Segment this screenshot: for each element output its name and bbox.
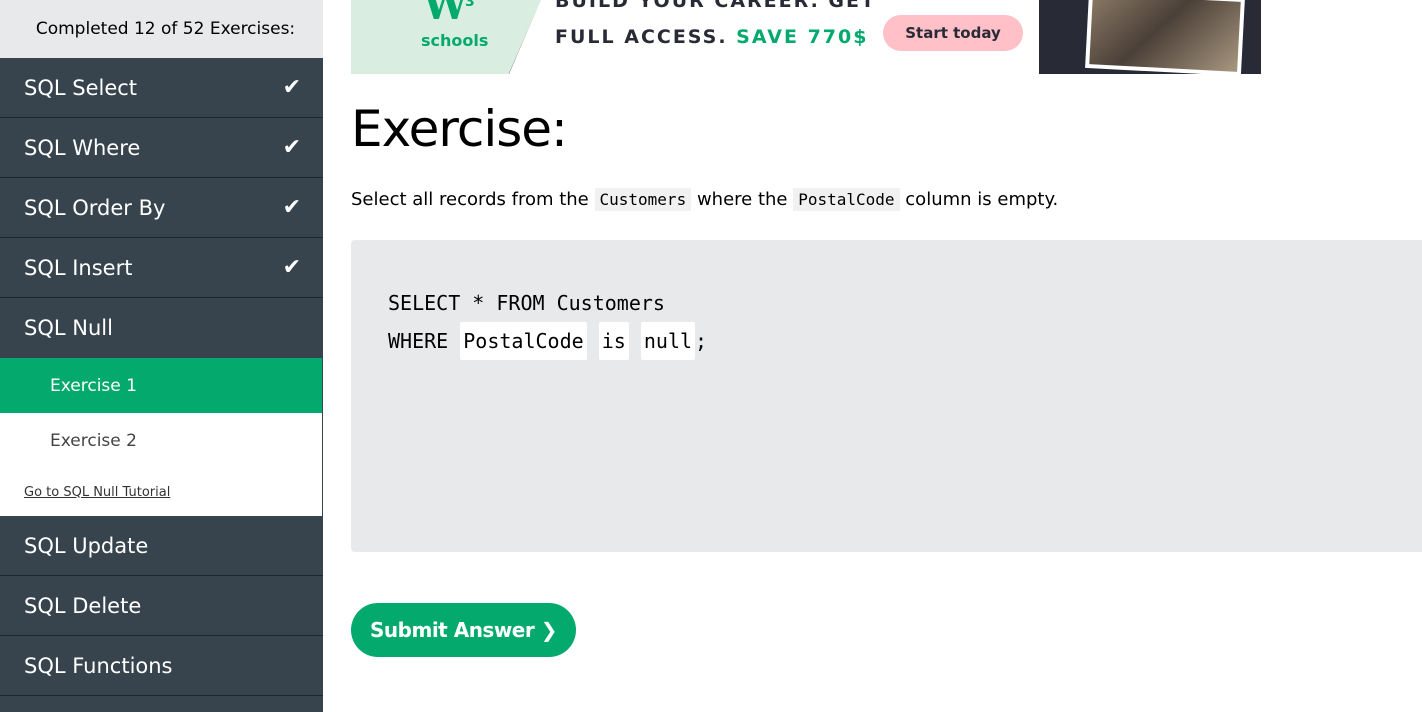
ad-photo (1085, 0, 1245, 74)
checkmark-icon: ✔ (282, 255, 301, 280)
ad-subheadline: FULL ACCESS. SAVE 770$ (555, 26, 868, 48)
exercise-link-1[interactable]: Exercise 1 (0, 358, 322, 413)
code-line-2: WHERE PostalCode is null; (388, 322, 707, 360)
exercise-sidebar: Completed 12 of 52 Exercises: SQL Select… (0, 0, 323, 712)
start-today-button[interactable]: Start today (883, 15, 1023, 51)
code-semicolon: ; (695, 329, 708, 353)
code-block: SELECT * FROM Customers WHERE PostalCode… (388, 284, 707, 360)
ad-save-text: SAVE 770$ (736, 26, 869, 48)
checkmark-icon: ✔ (282, 75, 301, 100)
sidebar-item-sql-order-by[interactable]: SQL Order By ✔ (0, 178, 323, 238)
sidebar-item-sql-select[interactable]: SQL Select ✔ (0, 58, 323, 118)
exercise-instruction: Select all records from the Customers wh… (351, 188, 1059, 211)
ad-headline: BUILD YOUR CAREER. GET (555, 0, 876, 12)
ad-photo-image (1089, 0, 1241, 72)
sidebar-item-label: SQL Insert (24, 255, 133, 280)
sidebar-item-label: SQL Select (24, 75, 138, 100)
sidebar-item-sql-null[interactable]: SQL Null (0, 298, 323, 358)
ad-brand: schools (421, 31, 489, 50)
instruction-text: Select all records from the (351, 189, 589, 210)
w3schools-logo-icon: W (423, 0, 468, 29)
logo-superscript: 3 (465, 0, 475, 10)
sidebar-item-label: SQL Order By (24, 195, 166, 220)
answer-input-3[interactable]: null (640, 322, 696, 360)
instruction-code: Customers (594, 188, 692, 211)
sidebar-item-sql-functions[interactable]: SQL Functions (0, 636, 323, 696)
progress-text: Completed 12 of 52 Exercises: (0, 0, 323, 58)
sidebar-item-label: SQL Update (24, 533, 149, 558)
sidebar-item-label: SQL Functions (24, 653, 173, 678)
sidebar-item-label: SQL Null (24, 316, 113, 340)
checkmark-icon: ✔ (282, 195, 301, 220)
ad-banner[interactable]: W 3 schools BUILD YOUR CAREER. GET FULL … (351, 0, 1261, 74)
sidebar-item-sql-delete[interactable]: SQL Delete (0, 576, 323, 636)
code-editor: SELECT * FROM Customers WHERE PostalCode… (351, 240, 1422, 552)
tutorial-link[interactable]: Go to SQL Null Tutorial (0, 468, 322, 516)
answer-input-2[interactable]: is (598, 322, 629, 360)
page-title: Exercise: (351, 100, 568, 158)
ad-subheadline-main: FULL ACCESS. (555, 26, 728, 48)
sidebar-item-sql-where[interactable]: SQL Where ✔ (0, 118, 323, 178)
sidebar-item-sql-insert[interactable]: SQL Insert ✔ (0, 238, 323, 298)
sidebar-item-label: SQL Where (24, 135, 141, 160)
sidebar-item-label: SQL Delete (24, 593, 142, 618)
sidebar-item-sql-update[interactable]: SQL Update (0, 516, 323, 576)
exercise-submenu: Exercise 1 Exercise 2 Go to SQL Null Tut… (0, 358, 322, 516)
code-line-1: SELECT * FROM Customers (388, 291, 665, 315)
code-keyword: WHERE (388, 329, 449, 353)
answer-input-1[interactable]: PostalCode (460, 322, 587, 360)
instruction-code: PostalCode (793, 188, 900, 211)
exercise-link-2[interactable]: Exercise 2 (0, 413, 322, 468)
instruction-text: column is empty. (905, 189, 1059, 210)
submit-answer-button[interactable]: Submit Answer ❯ (351, 603, 576, 657)
checkmark-icon: ✔ (282, 135, 301, 160)
instruction-text: where the (696, 189, 788, 210)
